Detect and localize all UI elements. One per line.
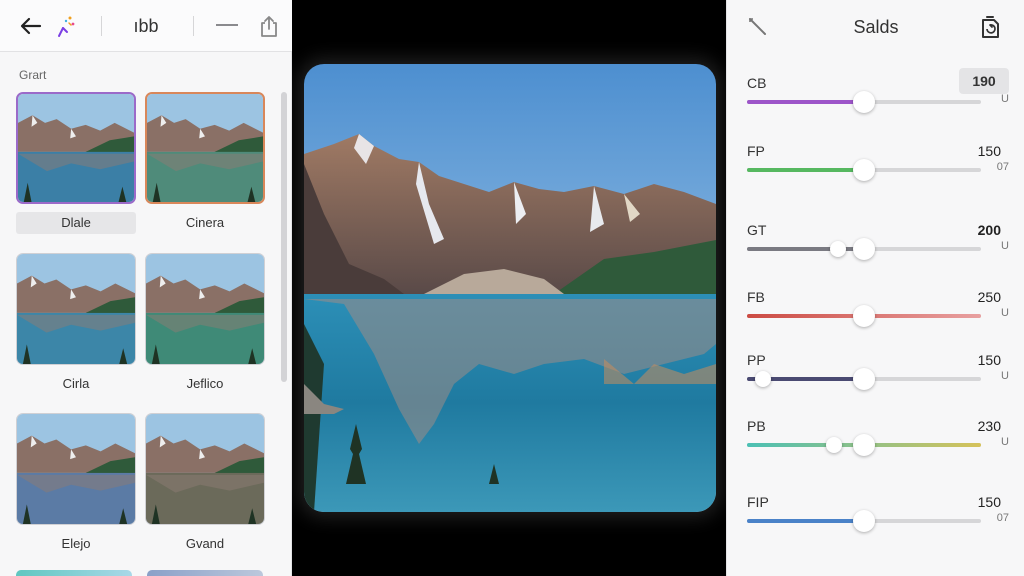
adjustment-slider[interactable] [747, 434, 981, 456]
adjustment-row: PP 150 U [747, 352, 1009, 400]
slider-knob[interactable] [853, 159, 875, 181]
adjustment-value: 250 [977, 289, 1001, 305]
adjustment-value: 150 [977, 352, 1001, 368]
adjustment-row: GT 200 U [747, 222, 1009, 270]
adjustment-name: FB [747, 289, 765, 305]
slider-knob-secondary[interactable] [755, 371, 772, 387]
adjustment-slider[interactable] [747, 159, 981, 181]
preset-label: Elejo [61, 536, 91, 551]
right-toolbar: Salds [727, 0, 1024, 54]
preset-label: Gvand [185, 536, 225, 551]
adjustment-slider[interactable] [747, 238, 981, 260]
adjustment-value[interactable]: 190 [959, 68, 1009, 94]
slider-end-label: U [1001, 93, 1009, 105]
preset-label: Cinera [185, 215, 225, 230]
slider-knob[interactable] [853, 510, 875, 532]
adjustment-name: FIP [747, 494, 769, 510]
preset-label: Cirla [62, 376, 90, 391]
presets-panel: ıbb Grart Dlale Cinera Cirla Jeflico Elejo Gv… [0, 0, 292, 576]
photo-preview[interactable] [304, 64, 716, 512]
image-canvas [292, 0, 726, 576]
preset-thumbnail [145, 413, 265, 525]
adjustment-slider[interactable] [747, 91, 981, 113]
preset-thumbnail [16, 413, 136, 525]
adjustments-panel: Salds CB 190 U FP 150 07 GT 200 U FB 250 U PP 150 U PB 2… [726, 0, 1024, 576]
adjustment-slider[interactable] [747, 368, 981, 390]
adjustment-slider[interactable] [747, 510, 981, 532]
preset-label: Dlale [16, 212, 136, 234]
slider-fill [747, 100, 864, 104]
sparkle-icon[interactable] [55, 14, 77, 38]
adjustment-value: 150 [977, 143, 1001, 159]
save-icon[interactable] [979, 14, 1001, 40]
toolbar-title: ıbb [133, 16, 159, 36]
slider-fill [747, 168, 864, 172]
slider-knob[interactable] [853, 368, 875, 390]
preset-thumbnail [145, 92, 265, 204]
adjustment-row: PB 230 U [747, 418, 1009, 466]
slider-end-label: U [1001, 370, 1009, 382]
slider-knob[interactable] [853, 91, 875, 113]
slider-fill [747, 519, 864, 523]
slider-end-label: U [1001, 436, 1009, 448]
adjustment-value: 230 [977, 418, 1001, 434]
slider-knob[interactable] [853, 434, 875, 456]
slider-end-label: 07 [996, 161, 1009, 173]
share-icon[interactable] [258, 14, 280, 38]
adjustment-name: PB [747, 418, 766, 434]
preset-label: Jeflico [186, 376, 224, 391]
adjustment-value: 200 [977, 222, 1001, 238]
adjustment-value: 150 [977, 494, 1001, 510]
toolbar-separator [101, 16, 102, 36]
slider-knob[interactable] [853, 238, 875, 260]
slider-end-label: U [1001, 307, 1009, 319]
left-scrollbar[interactable] [281, 92, 287, 382]
preset-thumbnail [145, 253, 265, 365]
minus-icon[interactable] [216, 24, 238, 26]
adjustment-name: FP [747, 143, 765, 159]
preset-peek [16, 570, 132, 576]
preset-thumbnail [16, 253, 136, 365]
preset-peek [147, 570, 263, 576]
adjustment-name: CB [747, 75, 767, 91]
slider-knob[interactable] [853, 305, 875, 327]
slider-end-label: U [1001, 240, 1009, 252]
adjustment-row: FIP 150 07 [747, 494, 1009, 542]
left-toolbar: ıbb [0, 0, 292, 52]
adjustment-slider[interactable] [747, 305, 981, 327]
slider-end-label: 07 [996, 512, 1009, 524]
slider-fill [747, 247, 864, 251]
slider-knob-secondary[interactable] [830, 241, 847, 257]
toolbar-separator [193, 16, 194, 36]
panel-title: Salds [853, 17, 899, 37]
section-label: Grart [19, 68, 47, 82]
wand-icon[interactable] [747, 16, 769, 38]
adjustment-name: GT [747, 222, 767, 238]
adjustment-row: FB 250 U [747, 289, 1009, 337]
adjustment-row: CB 190 U [747, 68, 1009, 123]
adjustment-name: PP [747, 352, 766, 368]
slider-knob-secondary[interactable] [825, 437, 842, 453]
preset-thumbnail [16, 92, 136, 204]
adjustment-row: FP 150 07 [747, 143, 1009, 191]
arrow-left-icon[interactable] [18, 14, 44, 38]
